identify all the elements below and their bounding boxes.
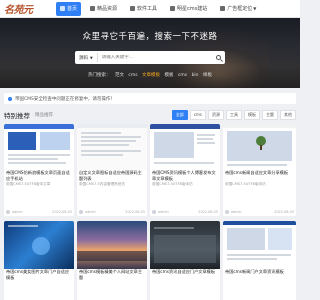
card-meta: admin 2022-06-05 (152, 210, 218, 214)
card-title[interactable]: 帝国cms新闻门户文章资讯模板 (223, 269, 296, 281)
card-date: 2022-06-05 (52, 210, 72, 214)
card-thumbnail[interactable] (150, 124, 220, 170)
card-title[interactable]: 帝国cms资讯自适应门户文章模板 (150, 269, 220, 281)
card-date: 2022-06-05 (274, 210, 294, 214)
card-meta: admin 2022-06-05 (6, 210, 72, 214)
card-thumbnail[interactable] (4, 124, 74, 170)
card-meta: admin 2022-06-05 (225, 210, 294, 214)
hot-search-item[interactable]: 模板 (164, 73, 173, 78)
section-subtitle: 精品推荐 (35, 113, 53, 118)
article-card[interactable]: 帝国cms新闻门户文章资讯模板 (223, 221, 296, 300)
article-card[interactable]: 帝国cms新闻自适应文章分享模板 帝国CMS7.5UTF8版本仿 admin 2… (223, 124, 296, 216)
search-category-select[interactable]: 源码 ▼ (75, 53, 98, 62)
tab-resources[interactable]: 资源 (208, 110, 224, 120)
notice-bar[interactable]: 帝国CMS安全检查中问题正在修复中，请勿操作！ (4, 93, 296, 104)
tree-icon (256, 136, 267, 151)
book-icon (220, 6, 226, 11)
nav-item-home[interactable]: 首页 (56, 1, 82, 16)
article-card[interactable]: 自定义文章图标自适应帝国源码主题列表 帝国CMS7.5内容管理系统仿 admin… (77, 124, 147, 216)
card-desc: 帝国CMS7.5内容管理系统仿 (79, 182, 125, 186)
hot-search-row: 热门搜索： 范文 cms 文章模板 模板 cms bin 样板 (0, 72, 300, 78)
top-nav: 名苑元 首页 精品资源 软件工具 明星cms建站 广告框定位 ▼ (0, 0, 300, 18)
card-title[interactable]: 帝国cms模板精美个人网站文章主题 (77, 269, 147, 281)
tab-all[interactable]: 全部 (171, 110, 188, 120)
card-meta: admin 2022-06-05 (79, 210, 145, 214)
card-title[interactable]: 帝国cms美女图片文章门户自适应模板 (4, 269, 74, 281)
nav-item-premium[interactable]: 精品资源 (86, 2, 121, 16)
tab-other[interactable]: 其他 (280, 110, 296, 120)
hot-search-item[interactable]: cms (128, 73, 137, 78)
nav-item-label: 软件工具 (137, 6, 158, 12)
notice-text: 帝国CMS安全检查中问题正在修复中，请勿操作！ (15, 96, 115, 102)
card-title[interactable]: 自定义文章图标自适应帝国源码主题列表 (77, 170, 147, 182)
chevron-down-icon: ▼ (90, 55, 93, 60)
nav-item-label: 首页 (67, 6, 78, 12)
nav-item-label: 明星cms建站 (177, 6, 208, 12)
card-thumbnail[interactable] (77, 221, 147, 269)
nav-item-label: 精品资源 (97, 6, 118, 12)
article-card[interactable]: 帝国CMS仿新浪模板文章页面自适应手机站 帝国CMS7.5UTF8版本文章 ad… (4, 124, 74, 216)
article-card[interactable]: 帝国CMS资讯模板个人博客发布文章文章模板 帝国CMS7.5UTF8版本仿 ad… (150, 124, 220, 216)
search-button[interactable] (211, 51, 225, 64)
info-icon (8, 96, 12, 101)
card-date: 2022-06-05 (125, 210, 145, 214)
card-thumbnail[interactable] (223, 221, 296, 269)
nav-item-cms[interactable]: 明星cms建站 (166, 2, 211, 16)
hot-search-label: 热门搜索： (88, 73, 111, 78)
card-title[interactable]: 帝国CMS资讯模板个人博客发布文章文章模板 (150, 170, 220, 182)
card-desc: 帝国CMS7.5UTF8版本文章 (6, 182, 51, 186)
avatar (225, 210, 229, 214)
box-icon (130, 6, 136, 11)
hot-search-item[interactable]: bin (192, 73, 199, 78)
hero-banner: 众里寻它千百遍，搜索一下不迷路 源码 ▼ 热门搜索： 范文 cms 文章模板 模… (0, 18, 300, 88)
hot-search-item[interactable]: 样板 (203, 73, 212, 78)
card-desc: 帝国CMS7.5UTF8版本仿 (225, 182, 266, 186)
tab-templates[interactable]: 模板 (244, 110, 260, 120)
hot-search-item[interactable]: 范文 (115, 73, 124, 78)
chevron-down-icon: ▼ (253, 6, 257, 11)
avatar (152, 210, 156, 214)
card-thumbnail[interactable] (77, 124, 147, 170)
card-thumbnail[interactable] (223, 124, 296, 170)
card-date: 2022-06-05 (198, 210, 218, 214)
hot-search-item[interactable]: cms (178, 73, 187, 78)
nav-item-ads[interactable]: 广告框定位 ▼ (216, 2, 260, 16)
home-icon (60, 6, 65, 11)
nav-item-tools[interactable]: 软件工具 (126, 2, 161, 16)
globe-icon (170, 6, 176, 11)
card-thumbnail[interactable] (150, 221, 220, 269)
search-input[interactable] (97, 55, 211, 60)
star-icon (90, 6, 96, 11)
search-category-label: 源码 (79, 55, 88, 61)
card-author: admin (12, 210, 23, 214)
search-bar: 源码 ▼ (75, 51, 225, 64)
section-header: 特别推荐 精品推荐 全部 cms 资源 工具 模板 主题 其他 (4, 109, 296, 121)
avatar (79, 210, 83, 214)
site-logo[interactable]: 名苑元 (0, 0, 40, 18)
nav-menu: 首页 精品资源 软件工具 明星cms建站 广告框定位 ▼ (56, 0, 265, 18)
tab-themes[interactable]: 主题 (262, 110, 278, 120)
tab-tools[interactable]: 工具 (226, 110, 242, 120)
tab-cms[interactable]: cms (189, 110, 206, 120)
nav-item-label: 广告框定位 (227, 6, 253, 12)
search-icon (215, 55, 221, 60)
card-thumbnail[interactable] (4, 221, 74, 269)
hot-search-item[interactable]: 文章模板 (142, 73, 160, 78)
card-title[interactable]: 帝国CMS仿新浪模板文章页面自适应手机站 (4, 170, 74, 182)
card-title[interactable]: 帝国cms新闻自适应文章分享模板 (223, 170, 296, 182)
card-author: admin (158, 210, 169, 214)
card-author: admin (85, 210, 96, 214)
article-card[interactable]: 帝国cms模板精美个人网站文章主题 (77, 221, 147, 300)
article-card[interactable]: 帝国cms美女图片文章门户自适应模板 (4, 221, 74, 300)
avatar (6, 210, 10, 214)
hero-title: 众里寻它千百遍，搜索一下不迷路 (82, 32, 218, 42)
section-tabs: 全部 cms 资源 工具 模板 主题 其他 (170, 110, 296, 120)
card-author: admin (231, 210, 242, 214)
section-title: 特别推荐 (4, 112, 30, 120)
card-desc: 帝国CMS7.5UTF8版本仿 (152, 182, 193, 186)
article-card[interactable]: 帝国cms资讯自适应门户文章模板 (150, 221, 220, 300)
